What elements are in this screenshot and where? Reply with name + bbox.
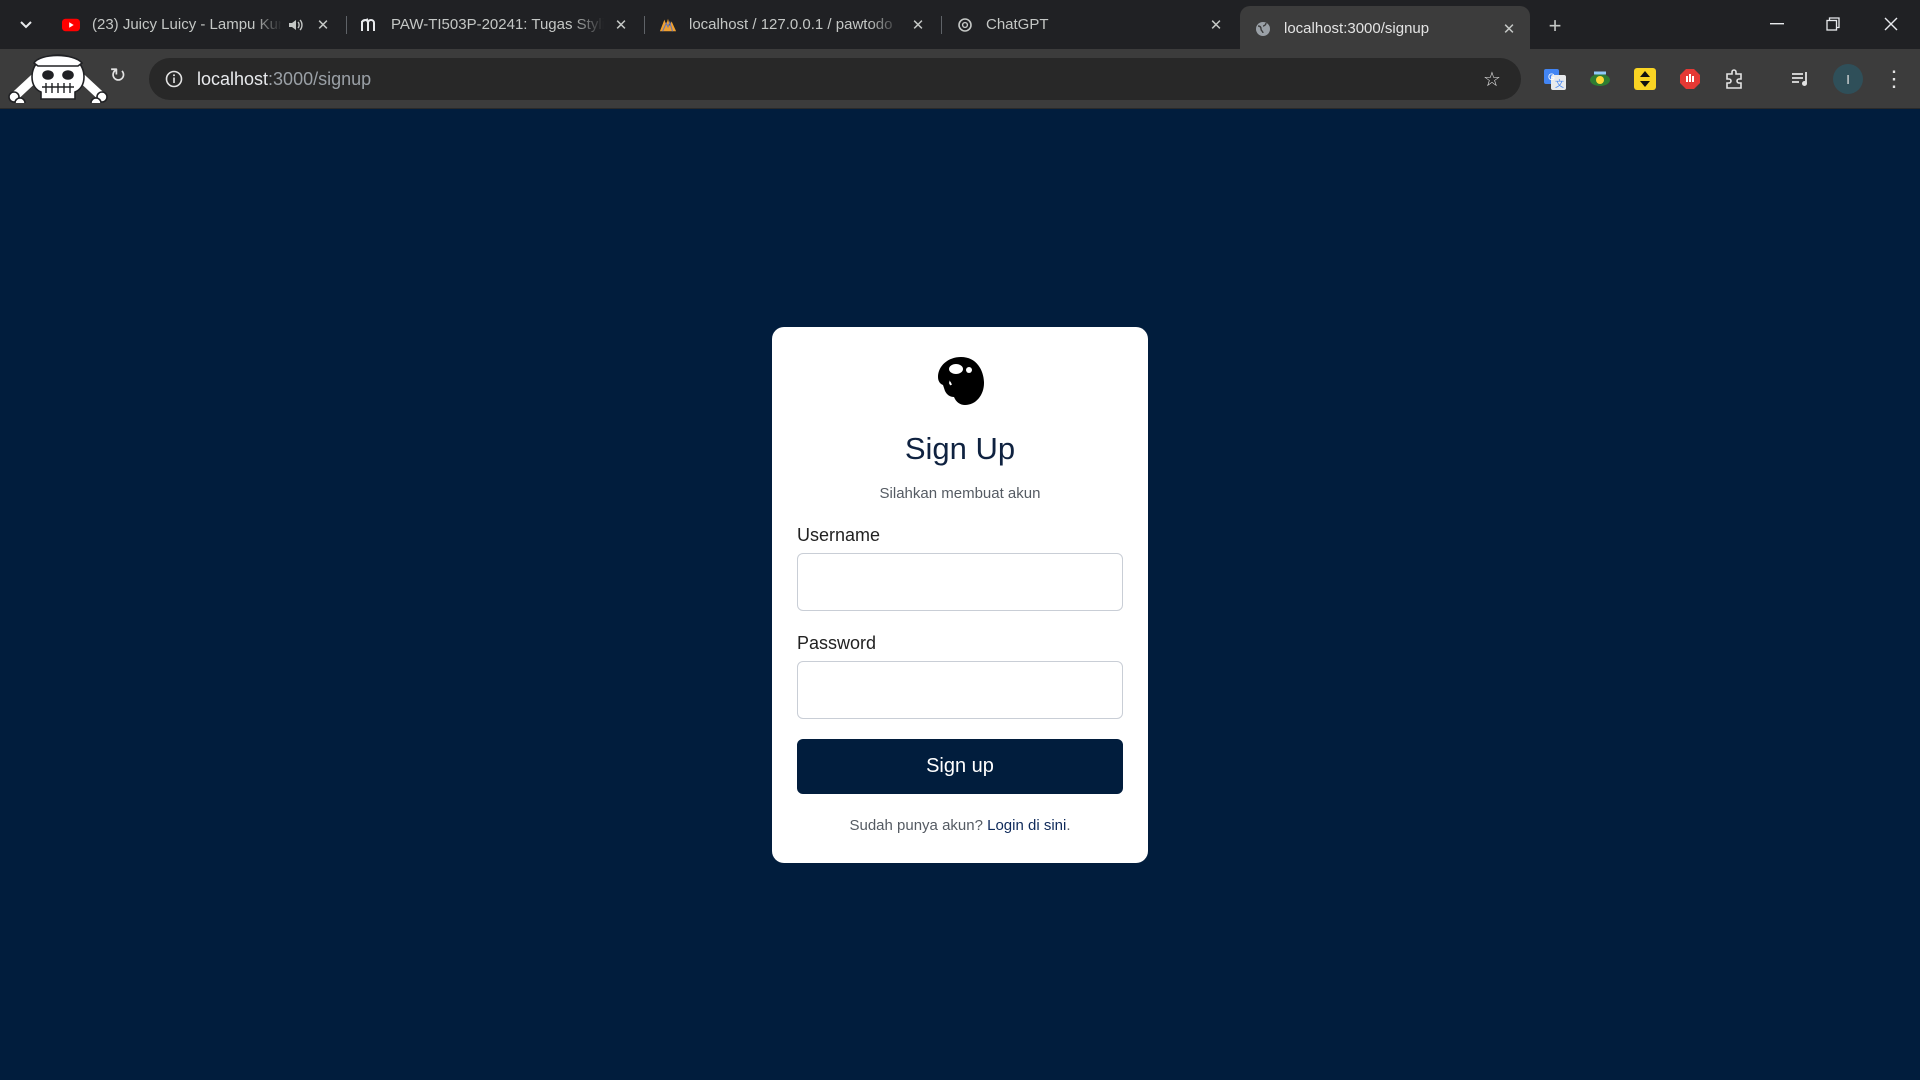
restore-icon	[1826, 17, 1840, 31]
moodle-icon	[361, 16, 379, 34]
login-prompt-text: Sudah punya akun?	[849, 817, 983, 834]
tab-chatgpt[interactable]: ChatGPT ✕	[942, 8, 1237, 41]
close-icon[interactable]: ✕	[1500, 20, 1518, 38]
restore-button[interactable]	[1813, 8, 1853, 40]
close-icon[interactable]: ✕	[314, 16, 332, 34]
tab-moodle[interactable]: PAW-TI503P-20241: Tugas Styling ✕	[347, 8, 642, 41]
tab-title: PAW-TI503P-20241: Tugas Styling	[391, 16, 604, 33]
reload-icon: ↻	[109, 64, 127, 87]
tab-strip: (23) Juicy Luicy - Lampu Kuning ✕ PAW-TI…	[0, 0, 1920, 49]
address-host: localhost	[197, 68, 269, 89]
tab-title: localhost:3000/signup	[1284, 20, 1430, 37]
tab-phpmyadmin[interactable]: localhost / 127.0.0.1 / pawtodo ✕	[645, 8, 939, 41]
reload-button[interactable]: ↻	[106, 63, 130, 87]
svg-text:文: 文	[1555, 78, 1564, 89]
page-title: Sign Up	[904, 431, 1016, 466]
new-tab-button[interactable]: +	[1541, 12, 1569, 40]
close-window-button[interactable]	[1871, 8, 1911, 40]
jolly-roger-skull-icon	[8, 54, 108, 103]
close-icon	[1884, 17, 1898, 31]
close-icon[interactable]: ✕	[1207, 16, 1225, 34]
site-info-icon[interactable]	[163, 68, 185, 90]
username-input[interactable]	[797, 553, 1123, 611]
more-menu-icon[interactable]: ⋮	[1882, 64, 1906, 94]
address-url[interactable]: localhost:3000/signup	[197, 69, 371, 90]
close-icon[interactable]: ✕	[909, 16, 927, 34]
plus-icon: +	[1548, 13, 1562, 38]
browser-toolbar: ↻ localhost:3000/signup ☆ G文 I ⋮	[0, 49, 1920, 109]
page-viewport: Sign Up Silahkan membuat akun Username P…	[0, 110, 1920, 1080]
globe-icon	[1254, 20, 1272, 38]
password-input[interactable]	[797, 661, 1123, 719]
tab-title: localhost / 127.0.0.1 / pawtodo	[689, 16, 893, 33]
bookmark-star-icon[interactable]: ☆	[1481, 68, 1503, 91]
login-prompt-end: .	[1066, 817, 1071, 834]
media-control-icon[interactable]	[1788, 66, 1814, 92]
login-link[interactable]: Login di sini	[987, 817, 1066, 834]
dog-logo-icon	[938, 357, 984, 405]
tab-signup[interactable]: localhost:3000/signup ✕	[1240, 6, 1530, 49]
close-icon[interactable]: ✕	[612, 16, 630, 34]
youtube-icon	[62, 16, 80, 34]
signup-button[interactable]: Sign up	[797, 739, 1123, 794]
extension-eye-icon[interactable]	[1587, 66, 1613, 92]
minimize-icon	[1770, 23, 1784, 25]
page-subtitle: Silahkan membuat akun	[879, 485, 1041, 502]
google-translate-icon[interactable]: G文	[1542, 66, 1568, 92]
tab-title: (23) Juicy Luicy - Lampu Kuning	[92, 16, 282, 33]
phpmyadmin-icon	[659, 16, 677, 34]
address-path: :3000/signup	[268, 68, 372, 89]
extension-yellow-icon[interactable]	[1632, 66, 1658, 92]
profile-avatar[interactable]: I	[1833, 64, 1863, 94]
address-bar[interactable]: localhost:3000/signup ☆	[149, 58, 1521, 100]
tab-title: ChatGPT	[986, 16, 1049, 33]
password-label: Password	[797, 633, 877, 653]
adblock-icon[interactable]	[1677, 66, 1703, 92]
chatgpt-icon	[956, 16, 974, 34]
signup-card: Sign Up Silahkan membuat akun Username P…	[772, 327, 1148, 863]
minimize-button[interactable]	[1757, 8, 1797, 40]
svg-text:G: G	[1548, 72, 1555, 82]
chevron-down-icon	[19, 20, 32, 28]
puzzle-icon[interactable]	[1722, 66, 1748, 92]
speaker-icon[interactable]	[288, 18, 306, 32]
username-label: Username	[797, 525, 881, 545]
login-prompt: Sudah punya akun? Login di sini.	[772, 817, 1148, 834]
tab-youtube[interactable]: (23) Juicy Luicy - Lampu Kuning ✕	[48, 8, 344, 41]
tab-search-button[interactable]	[13, 12, 38, 37]
